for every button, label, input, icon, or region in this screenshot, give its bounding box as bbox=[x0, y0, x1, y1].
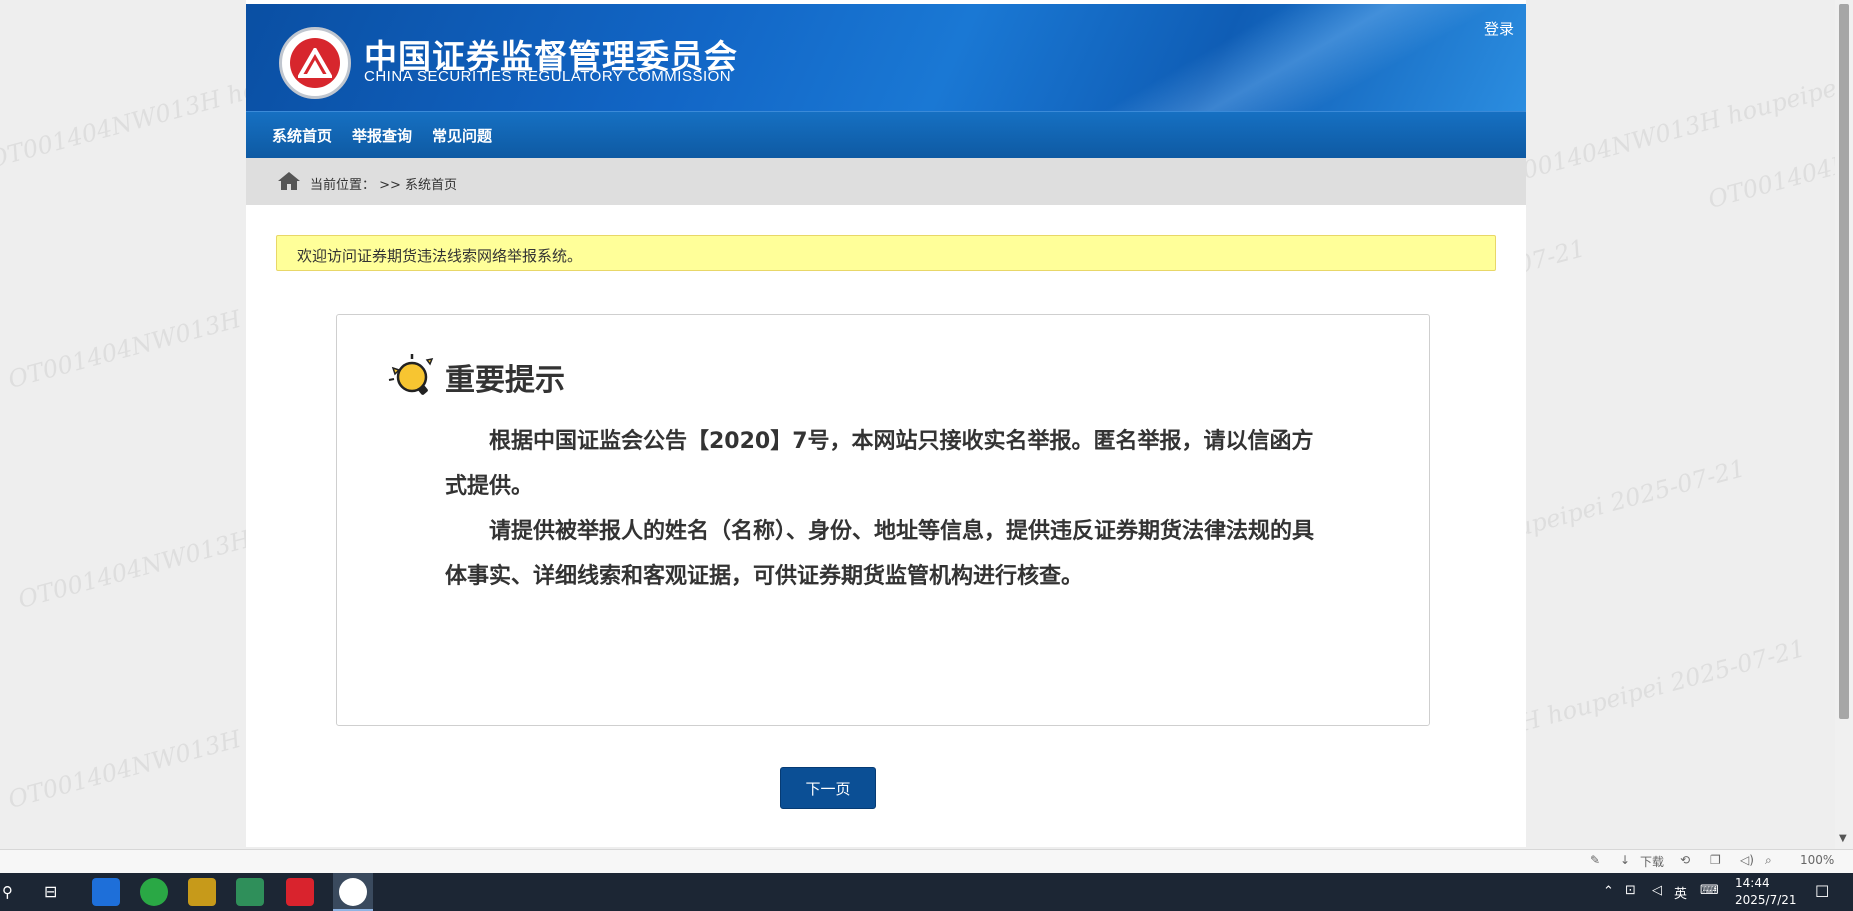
chrome-icon[interactable] bbox=[140, 878, 168, 906]
notification-icon[interactable]: ☐ bbox=[1815, 882, 1829, 901]
nav-item-faq[interactable]: 常见问题 bbox=[432, 125, 492, 146]
logo-emblem-icon bbox=[298, 48, 332, 78]
window-icon[interactable]: ❐ bbox=[1710, 853, 1721, 867]
tray-up-icon[interactable]: ⌃ bbox=[1603, 884, 1614, 899]
breadcrumb: 当前位置： >> 系统首页 bbox=[246, 158, 1526, 205]
sound-icon[interactable]: ◁) bbox=[1740, 853, 1754, 867]
network-icon[interactable]: ⊡ bbox=[1625, 883, 1636, 898]
page-container: 中国证券监督管理委员会 CHINA SECURITIES REGULATORY … bbox=[246, 0, 1526, 847]
download-label[interactable]: 下载 bbox=[1640, 853, 1664, 870]
volume-icon[interactable]: ◁ bbox=[1652, 883, 1662, 898]
clock-date[interactable]: 2025/7/21 bbox=[1735, 893, 1797, 907]
app-grid-icon[interactable] bbox=[236, 878, 264, 906]
clock-time[interactable]: 14:44 bbox=[1735, 876, 1770, 890]
login-link[interactable]: 登录 bbox=[1484, 18, 1514, 39]
wps-icon[interactable] bbox=[286, 878, 314, 906]
search-icon[interactable]: ⚲ bbox=[2, 883, 13, 901]
next-page-button[interactable]: 下一页 bbox=[780, 767, 876, 809]
welcome-banner: 欢迎访问证券期货违法线索网络举报系统。 bbox=[276, 235, 1496, 271]
notice-paragraph: 根据中国证监会公告【2020】7号，本网站只接收实名举报。匿名举报，请以信函方式… bbox=[445, 429, 1314, 499]
home-icon bbox=[278, 172, 300, 190]
scroll-down-arrow-icon[interactable]: ▼ bbox=[1839, 833, 1847, 844]
refresh-icon[interactable]: ⟲ bbox=[1680, 853, 1690, 867]
download-arrow-icon[interactable]: ↓ bbox=[1620, 853, 1630, 867]
task-view-icon[interactable]: ⊟ bbox=[44, 882, 57, 901]
notice-paragraph: 请提供被举报人的姓名（名称）、身份、地址等信息，提供违反证券期货法律法规的具体事… bbox=[445, 519, 1315, 589]
site-header: 中国证券监督管理委员会 CHINA SECURITIES REGULATORY … bbox=[246, 4, 1526, 111]
csrc-logo bbox=[279, 27, 351, 99]
notice-body: 根据中国证监会公告【2020】7号，本网站只接收实名举报。匿名举报，请以信函方式… bbox=[445, 419, 1325, 599]
windows-taskbar: ⚲ ⊟ ⌃ ⊡ ◁ 英 ⌨ 14:44 2025/7/21 ☐ bbox=[0, 873, 1853, 911]
scrollbar-thumb[interactable] bbox=[1839, 4, 1849, 719]
notice-box: 重要提示 根据中国证监会公告【2020】7号，本网站只接收实名举报。匿名举报，请… bbox=[336, 314, 1430, 726]
ie-icon[interactable] bbox=[92, 878, 120, 906]
vertical-scrollbar[interactable]: ▼ bbox=[1835, 0, 1853, 849]
notice-title: 重要提示 bbox=[445, 363, 565, 398]
ime-indicator[interactable]: 英 bbox=[1674, 883, 1687, 902]
keyboard-icon[interactable]: ⌨ bbox=[1700, 883, 1719, 898]
nav-item-home[interactable]: 系统首页 bbox=[272, 125, 332, 146]
nav-item-report-query[interactable]: 举报查询 bbox=[352, 125, 412, 146]
active-browser-app[interactable] bbox=[333, 873, 373, 911]
browser-statusbar: ✎ ↓ 下载 ⟲ ❐ ◁) ⌕ 100% bbox=[0, 849, 1853, 873]
zoom-level[interactable]: 100% bbox=[1800, 853, 1834, 867]
zoom-icon[interactable]: ⌕ bbox=[1765, 853, 1772, 868]
main-nav: 系统首页 举报查询 常见问题 bbox=[246, 111, 1526, 158]
pin-icon[interactable]: ✎ bbox=[1590, 853, 1600, 867]
breadcrumb-text: 当前位置： >> 系统首页 bbox=[310, 178, 458, 193]
lightbulb-icon bbox=[388, 354, 434, 395]
app-icon[interactable] bbox=[188, 878, 216, 906]
watermark-text: OT001404NW013H houpeipei 2025-07-21 bbox=[1705, 54, 1853, 214]
site-title-en: CHINA SECURITIES REGULATORY COMMISSION bbox=[364, 68, 732, 85]
watermark-text: OT001404NW013H houpeipei 2025-07-21 bbox=[1485, 34, 1853, 194]
